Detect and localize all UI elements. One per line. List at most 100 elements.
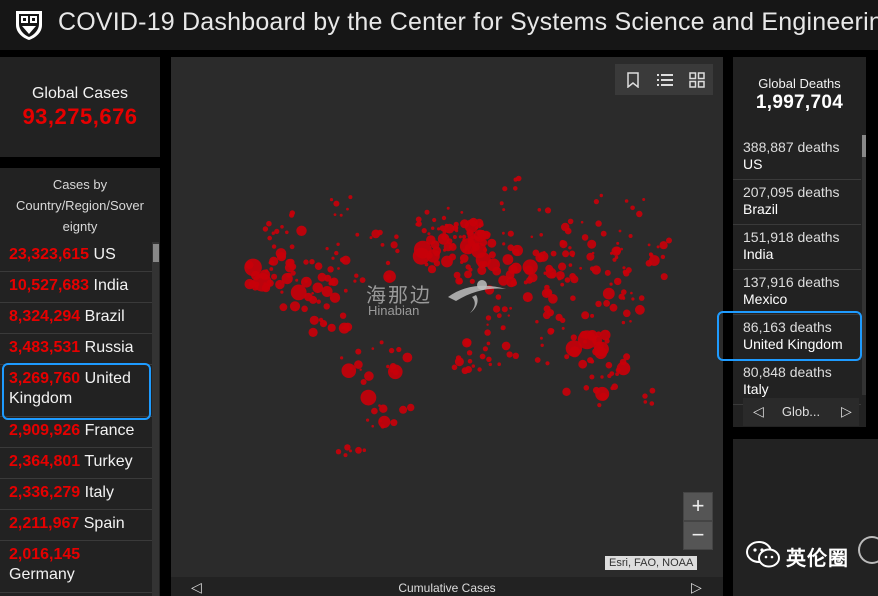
case-bubble[interactable] — [488, 362, 492, 367]
case-bubble[interactable] — [597, 403, 602, 408]
case-bubble[interactable] — [390, 241, 398, 249]
case-row-turkey[interactable]: 2,364,801 Turkey — [0, 448, 152, 479]
case-bubble[interactable] — [622, 266, 626, 270]
case-bubble[interactable] — [268, 261, 272, 265]
cases-map[interactable]: 海那边 Hinabian + − Esri, FAO, NOAA — [171, 57, 723, 596]
case-bubble[interactable] — [660, 273, 668, 281]
case-bubble[interactable] — [388, 364, 403, 380]
case-bubble[interactable] — [459, 254, 469, 263]
case-bubble[interactable] — [510, 279, 517, 287]
case-bubble[interactable] — [578, 359, 588, 369]
case-bubble[interactable] — [564, 227, 572, 235]
case-bubble[interactable] — [595, 386, 610, 401]
case-bubble[interactable] — [630, 205, 635, 211]
case-bubble[interactable] — [267, 235, 272, 241]
case-bubble[interactable] — [354, 273, 359, 278]
case-bubble[interactable] — [359, 277, 366, 283]
case-bubble[interactable] — [344, 444, 351, 451]
cases-list-scroll-thumb[interactable] — [153, 244, 159, 262]
case-bubble[interactable] — [502, 231, 505, 235]
case-bubble[interactable] — [304, 279, 308, 283]
case-bubble[interactable] — [630, 291, 633, 295]
case-bubble[interactable] — [482, 247, 488, 253]
case-row-spain[interactable]: 2,211,967 Spain — [0, 510, 152, 541]
case-bubble[interactable] — [595, 220, 602, 227]
case-bubble[interactable] — [568, 246, 572, 250]
case-bubble[interactable] — [477, 266, 487, 275]
case-bubble[interactable] — [590, 313, 595, 318]
case-bubble[interactable] — [467, 231, 470, 234]
case-bubble[interactable] — [329, 198, 334, 202]
case-bubble[interactable] — [446, 206, 450, 210]
case-bubble[interactable] — [543, 271, 547, 275]
case-bubble[interactable] — [635, 304, 645, 315]
case-bubble[interactable] — [343, 288, 348, 293]
case-bubble[interactable] — [570, 295, 576, 301]
case-bubble[interactable] — [619, 358, 627, 366]
case-bubble[interactable] — [245, 260, 254, 270]
case-bubble[interactable] — [502, 254, 514, 265]
deaths-list-scroll-thumb[interactable] — [862, 135, 866, 157]
case-bubble[interactable] — [545, 361, 550, 366]
case-bubble[interactable] — [506, 351, 513, 358]
case-bubble[interactable] — [656, 245, 660, 249]
case-bubble[interactable] — [569, 250, 576, 257]
case-bubble[interactable] — [333, 200, 340, 207]
case-bubble[interactable] — [542, 311, 551, 320]
case-bubble[interactable] — [534, 357, 541, 363]
case-bubble[interactable] — [549, 271, 557, 279]
case-bubble[interactable] — [316, 299, 321, 304]
case-bubble[interactable] — [512, 352, 519, 359]
case-bubble[interactable] — [289, 212, 295, 218]
case-bubble[interactable] — [309, 315, 319, 325]
case-bubble[interactable] — [333, 213, 337, 217]
deaths-list-scrollbar[interactable] — [862, 135, 866, 395]
case-row-us[interactable]: 23,323,615 US — [0, 241, 152, 272]
case-bubble[interactable] — [649, 401, 655, 406]
case-bubble[interactable] — [579, 266, 582, 270]
case-bubble[interactable] — [609, 303, 618, 312]
case-bubble[interactable] — [513, 249, 517, 253]
case-bubble[interactable] — [339, 213, 343, 217]
case-bubble[interactable] — [279, 303, 288, 312]
case-bubble[interactable] — [488, 251, 496, 259]
case-bubble[interactable] — [390, 419, 398, 427]
case-bubble[interactable] — [432, 217, 437, 223]
case-bubble[interactable] — [638, 295, 645, 301]
death-row-brazil[interactable]: 207,095 deaths Brazil — [733, 180, 861, 225]
case-bubble[interactable] — [346, 207, 349, 211]
case-bubble[interactable] — [558, 262, 567, 271]
case-bubble[interactable] — [522, 259, 538, 275]
death-row-us[interactable]: 388,887 deaths US — [733, 135, 861, 180]
case-bubble[interactable] — [355, 446, 362, 454]
case-bubble[interactable] — [437, 227, 441, 231]
case-bubble[interactable] — [581, 234, 589, 241]
grid-icon[interactable] — [681, 64, 713, 95]
case-bubble[interactable] — [542, 251, 546, 254]
case-bubble[interactable] — [591, 265, 601, 275]
case-bubble[interactable] — [309, 295, 318, 304]
case-bubble[interactable] — [540, 343, 544, 347]
case-bubble[interactable] — [360, 379, 367, 385]
case-row-brazil[interactable]: 8,324,294 Brazil — [0, 303, 152, 334]
case-bubble[interactable] — [606, 330, 609, 333]
case-bubble[interactable] — [371, 229, 381, 239]
case-bubble[interactable] — [355, 232, 360, 237]
case-row-india[interactable]: 10,527,683 India — [0, 272, 152, 303]
case-bubble[interactable] — [487, 258, 500, 272]
case-bubble[interactable] — [427, 265, 437, 274]
case-bubble[interactable] — [369, 236, 373, 240]
case-bubble[interactable] — [394, 234, 399, 239]
case-bubble[interactable] — [539, 336, 543, 340]
case-bubble[interactable] — [618, 229, 622, 233]
case-bubble[interactable] — [395, 248, 400, 254]
case-bubble[interactable] — [660, 254, 666, 260]
case-bubble[interactable] — [359, 368, 362, 371]
case-bubble[interactable] — [560, 282, 565, 287]
case-bubble[interactable] — [337, 267, 340, 270]
case-bubble[interactable] — [271, 273, 278, 280]
case-bubble[interactable] — [666, 237, 672, 244]
case-bubble[interactable] — [276, 252, 287, 262]
case-bubble[interactable] — [311, 292, 314, 295]
case-bubble[interactable] — [568, 263, 573, 267]
